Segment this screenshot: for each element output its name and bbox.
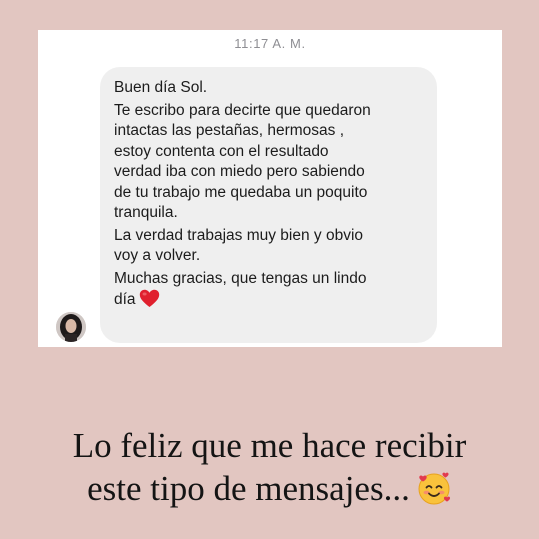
sender-avatar <box>56 312 86 342</box>
message-screenshot: 11:17 A. M. Buen día Sol. Te escribo par… <box>38 30 502 347</box>
received-message-bubble[interactable]: Buen día Sol. Te escribo para decirte qu… <box>100 67 437 343</box>
caption-line-1: Lo feliz que me hace recibir <box>72 426 467 465</box>
story-caption: Lo feliz que me hace recibir este tipo d… <box>0 424 539 516</box>
red-heart-icon <box>139 289 160 315</box>
message-line: voy a volver. <box>114 247 201 264</box>
message-line: de tu trabajo me quedaba un poquito <box>114 183 368 201</box>
message-line: intactas las pestañas, hermosas , <box>114 122 345 139</box>
message-line: Muchas gracias, que tengas un lindo <box>114 269 367 287</box>
message-line-text: día <box>114 291 136 308</box>
smiling-face-with-hearts-icon <box>416 470 452 516</box>
avatar-photo-icon <box>56 312 86 342</box>
message-line: verdad iba con miedo pero sabiendo <box>114 163 365 180</box>
message-timestamp: 11:17 A. M. <box>234 36 306 51</box>
message-last-line: día <box>114 289 423 315</box>
caption-line-2: este tipo de mensajes... <box>87 469 410 508</box>
message-line: Te escribo para decirte que quedaron <box>114 101 371 119</box>
message-line: tranquila. <box>114 204 178 221</box>
caption-line-2-row: este tipo de mensajes... <box>0 467 539 516</box>
message-line: estoy contenta con el resultado <box>114 142 329 160</box>
message-greeting-line: Buen día Sol. <box>114 79 208 96</box>
message-line: La verdad trabajas muy bien y obvio <box>114 226 364 244</box>
